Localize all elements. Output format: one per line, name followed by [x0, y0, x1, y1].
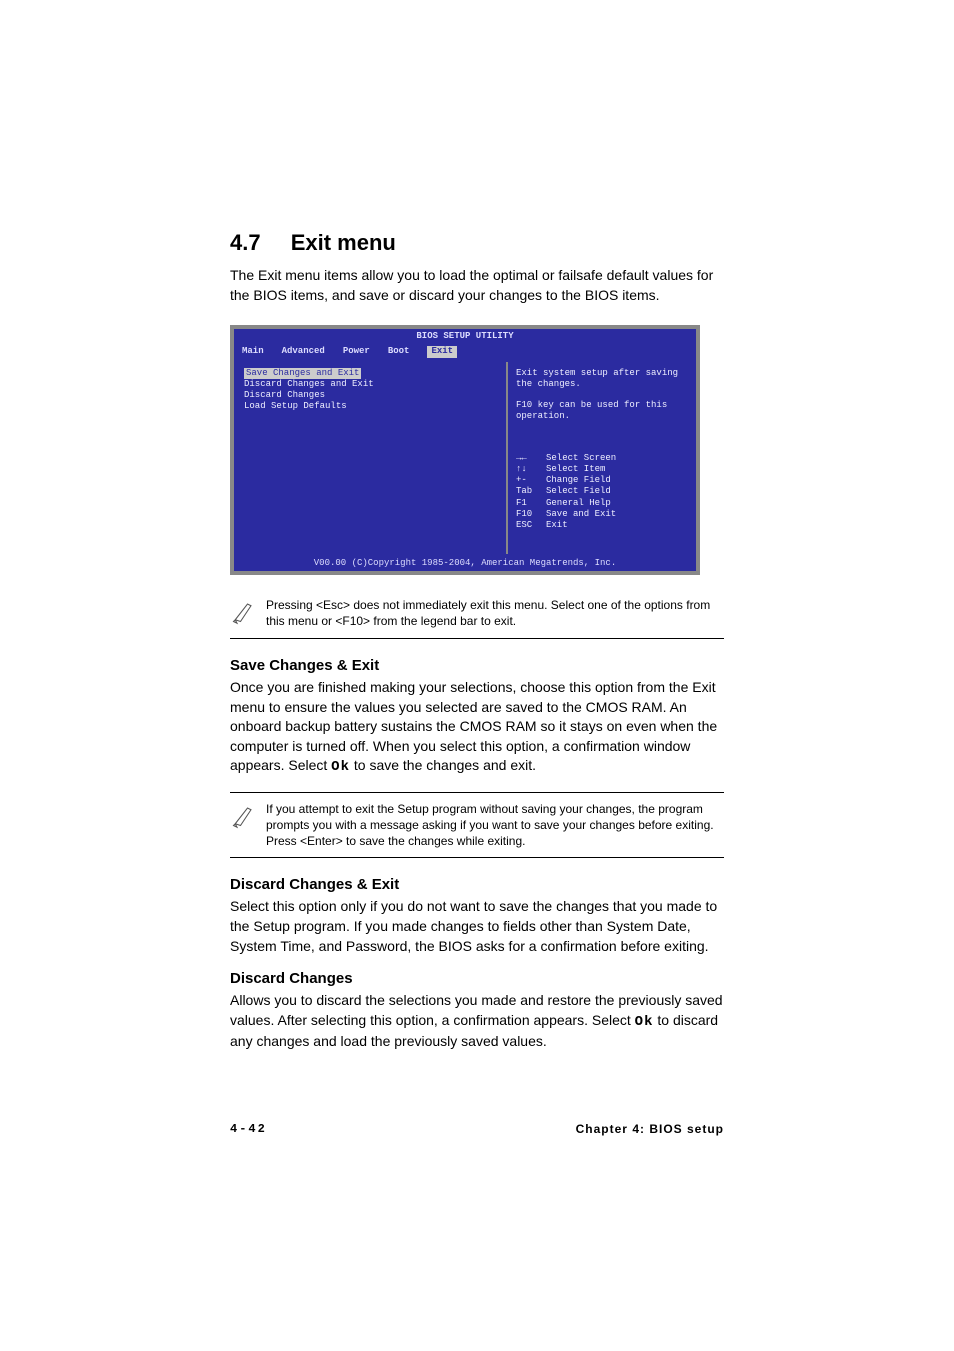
bios-title: BIOS SETUP UTILITY: [234, 329, 696, 344]
tab-advanced: Advanced: [282, 346, 325, 357]
heading-number: 4.7: [230, 230, 261, 255]
menu-load-defaults: Load Setup Defaults: [244, 401, 498, 412]
chapter-title: Chapter 4: BIOS setup: [576, 1122, 724, 1136]
subhead-discard: Discard Changes: [230, 970, 724, 987]
bios-body: Save Changes and Exit Discard Changes an…: [234, 360, 696, 556]
bios-menu: Save Changes and Exit Discard Changes an…: [236, 362, 506, 554]
key-f10: F10: [516, 509, 546, 520]
note-esc: Pressing <Esc> does not immediately exit…: [230, 589, 724, 639]
key-f10-label: Save and Exit: [546, 509, 616, 520]
key-tab-label: Select Field: [546, 486, 611, 497]
key-pm: +-: [516, 475, 546, 486]
section-heading: 4.7 Exit menu: [230, 230, 724, 256]
subhead-discard-exit: Discard Changes & Exit: [230, 876, 724, 893]
menu-save-exit: Save Changes and Exit: [244, 368, 361, 379]
key-f1: F1: [516, 498, 546, 509]
key-ud: ↑↓: [516, 464, 546, 475]
tab-power: Power: [343, 346, 370, 357]
note-esc-text: Pressing <Esc> does not immediately exit…: [266, 597, 724, 630]
menu-discard-exit: Discard Changes and Exit: [244, 379, 498, 390]
key-esc: ESC: [516, 520, 546, 531]
subhead-save-exit: Save Changes & Exit: [230, 657, 724, 674]
ok-bold-2: Ok: [635, 1014, 654, 1030]
key-tab: Tab: [516, 486, 546, 497]
bios-keys: →←Select Screen ↑↓Select Item +-Change F…: [516, 453, 686, 532]
key-lr: →←: [516, 453, 546, 464]
note-icon: [230, 597, 266, 630]
tab-main: Main: [242, 346, 264, 357]
page: 4.7 Exit menu The Exit menu items allow …: [0, 0, 954, 1196]
bios-screenshot: BIOS SETUP UTILITY Main Advanced Power B…: [230, 325, 700, 575]
bios-copyright: V00.00 (C)Copyright 1985-2004, American …: [234, 556, 696, 571]
heading-title: Exit menu: [291, 230, 396, 255]
key-f1-label: General Help: [546, 498, 611, 509]
key-pm-label: Change Field: [546, 475, 611, 486]
body-discard: Allows you to discard the selections you…: [230, 991, 724, 1052]
tab-exit: Exit: [427, 346, 457, 357]
key-esc-label: Exit: [546, 520, 568, 531]
body-save-exit-b: to save the changes and exit.: [350, 757, 536, 773]
note-exit-prompt: If you attempt to exit the Setup program…: [230, 792, 724, 859]
bios-desc2: F10 key can be used for this operation.: [516, 400, 686, 423]
intro-text: The Exit menu items allow you to load th…: [230, 266, 724, 305]
body-discard-exit: Select this option only if you do not wa…: [230, 897, 724, 956]
page-number: 4-42: [230, 1122, 267, 1136]
menu-discard: Discard Changes: [244, 390, 498, 401]
key-lr-label: Select Screen: [546, 453, 616, 464]
note-icon: [230, 801, 266, 850]
key-ud-label: Select Item: [546, 464, 605, 475]
bios-desc1: Exit system setup after saving the chang…: [516, 368, 686, 391]
ok-bold-1: Ok: [331, 759, 350, 775]
page-footer: 4-42 Chapter 4: BIOS setup: [230, 1122, 724, 1136]
tab-boot: Boot: [388, 346, 410, 357]
bios-tabs: Main Advanced Power Boot Exit: [234, 344, 696, 359]
bios-help: Exit system setup after saving the chang…: [506, 362, 694, 554]
body-save-exit: Once you are finished making your select…: [230, 678, 724, 778]
note-exit-prompt-text: If you attempt to exit the Setup program…: [266, 801, 724, 850]
